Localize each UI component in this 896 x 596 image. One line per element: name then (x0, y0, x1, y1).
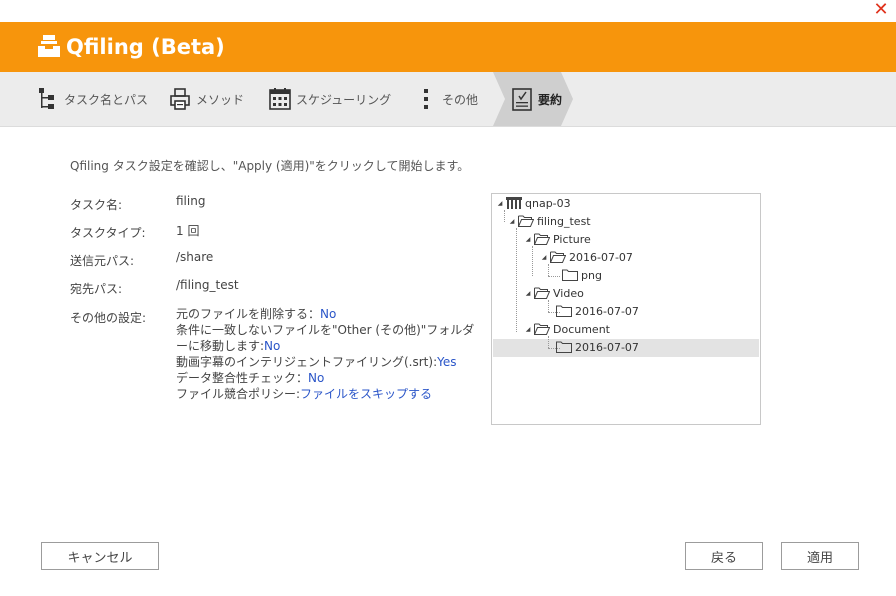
inbox-tray-icon (38, 35, 60, 57)
cancel-button[interactable]: キャンセル (41, 542, 159, 570)
dest-path-label: 宛先パス: (70, 282, 123, 296)
calendar-icon (268, 86, 292, 112)
tree-line (516, 228, 517, 332)
folder-open-icon (534, 287, 550, 299)
step-label: その他 (442, 92, 479, 107)
setting-value: ファイルをスキップする (300, 387, 433, 401)
folder-open-icon (550, 251, 566, 263)
window-top-bar: ✕ (0, 0, 896, 22)
folder-open-icon (534, 323, 550, 335)
setting-label: データ整合性チェック： (176, 371, 309, 385)
step-method[interactable]: メソッド (168, 72, 244, 126)
setting-value: No (264, 339, 281, 353)
tree-node-label: Document (553, 322, 610, 336)
tree-line (548, 276, 560, 277)
delete-original-setting: 元のファイルを削除する：No (176, 306, 486, 322)
tree-node[interactable]: ◢ filing_test (508, 212, 591, 230)
tree-node-label: Picture (553, 232, 591, 246)
setting-label: 動画字幕のインテリジェントファイリング(.srt): (176, 355, 438, 369)
tree-node-label: filing_test (537, 214, 591, 228)
setting-label: 条件に一致しないファイルを"Other (その他)"フォルダ (176, 323, 475, 337)
apply-button[interactable]: 適用 (781, 542, 859, 570)
tree-node[interactable]: ◢ qnap-03 (496, 194, 571, 212)
step-summary[interactable]: 要約 (510, 72, 562, 126)
conflict-policy-setting: ファイル競合ポリシー:ファイルをスキップする (176, 386, 486, 402)
tree-node[interactable]: ◢ Picture (524, 230, 591, 248)
step-label: メソッド (196, 92, 245, 107)
tree-node-label: Video (553, 286, 584, 300)
printer-icon (168, 86, 192, 112)
step-label: タスク名とパス (64, 92, 149, 107)
tree-node[interactable]: ◢ Document (524, 320, 610, 338)
folder-icon (556, 341, 572, 353)
other-settings-list: 元のファイルを削除する：No 条件に一致しないファイルを"Other (その他)… (176, 306, 486, 402)
task-type-value: 1 回 (176, 224, 200, 238)
more-vertical-icon (414, 86, 438, 112)
step-label: 要約 (538, 92, 563, 107)
task-name-value: filing (176, 194, 206, 208)
other-settings-label: その他の設定: (70, 311, 147, 325)
collapse-icon[interactable]: ◢ (524, 326, 532, 333)
tree-node[interactable]: ◢ 2016-07-07 (540, 248, 633, 266)
tree-node-selected[interactable]: 2016-07-07 (556, 338, 639, 356)
nas-server-icon (506, 197, 522, 209)
tree-node-label: qnap-03 (525, 196, 571, 210)
tree-line (532, 246, 533, 276)
folder-tree[interactable]: ◢ qnap-03 ◢ filing_test ◢ Picture ◢ 2016… (491, 193, 761, 425)
collapse-icon[interactable]: ◢ (540, 254, 548, 261)
folder-tree-icon (36, 86, 60, 112)
source-path-value: /share (176, 250, 214, 264)
tree-node[interactable]: 2016-07-07 (556, 302, 639, 320)
step-scheduling[interactable]: スケジューリング (268, 72, 391, 126)
wizard-steps: タスク名とパス メソッド スケジューリング その他 要約 (0, 72, 896, 127)
source-path-label: 送信元パス: (70, 254, 135, 268)
setting-value: No (308, 371, 325, 385)
app-title: Qfiling (Beta) (66, 35, 225, 59)
tree-node[interactable]: ◢ Video (524, 284, 584, 302)
app-header: Qfiling (Beta) (0, 22, 896, 72)
setting-label: ファイル競合ポリシー: (176, 387, 301, 401)
step-other[interactable]: その他 (414, 72, 478, 126)
collapse-icon[interactable]: ◢ (496, 200, 504, 207)
folder-icon (562, 269, 578, 281)
summary-panel: Qfiling タスク設定を確認し、"Apply (適用)"をクリックして開始し… (0, 126, 896, 596)
intro-text: Qfiling タスク設定を確認し、"Apply (適用)"をクリックして開始し… (70, 159, 470, 173)
tree-node[interactable]: png (562, 266, 602, 284)
srt-filing-setting: 動画字幕のインテリジェントファイリング(.srt):Yes (176, 354, 486, 370)
folder-open-icon (518, 215, 534, 227)
setting-label: 元のファイルを削除する： (176, 307, 321, 321)
setting-value: No (320, 307, 337, 321)
back-button[interactable]: 戻る (685, 542, 763, 570)
setting-label-cont: ーに移動します: (176, 339, 265, 353)
checklist-icon (510, 86, 534, 112)
tree-node-label: 2016-07-07 (575, 304, 639, 318)
tree-node-label: 2016-07-07 (569, 250, 633, 264)
setting-value: Yes (437, 355, 457, 369)
task-type-label: タスクタイプ: (70, 226, 146, 240)
collapse-icon[interactable]: ◢ (508, 218, 516, 225)
integrity-check-setting: データ整合性チェック：No (176, 370, 486, 386)
dest-path-value: /filing_test (176, 278, 239, 292)
close-icon[interactable]: ✕ (872, 0, 890, 20)
collapse-icon[interactable]: ◢ (524, 236, 532, 243)
step-task-name-path[interactable]: タスク名とパス (36, 72, 148, 126)
task-name-label: タスク名: (70, 198, 123, 212)
folder-icon (556, 305, 572, 317)
collapse-icon[interactable]: ◢ (524, 290, 532, 297)
tree-node-label: 2016-07-07 (575, 340, 639, 354)
step-label: スケジューリング (296, 92, 392, 107)
tree-node-label: png (581, 268, 602, 282)
folder-open-icon (534, 233, 550, 245)
move-unmatched-setting: 条件に一致しないファイルを"Other (その他)"フォルダ ーに移動します:N… (176, 322, 486, 354)
